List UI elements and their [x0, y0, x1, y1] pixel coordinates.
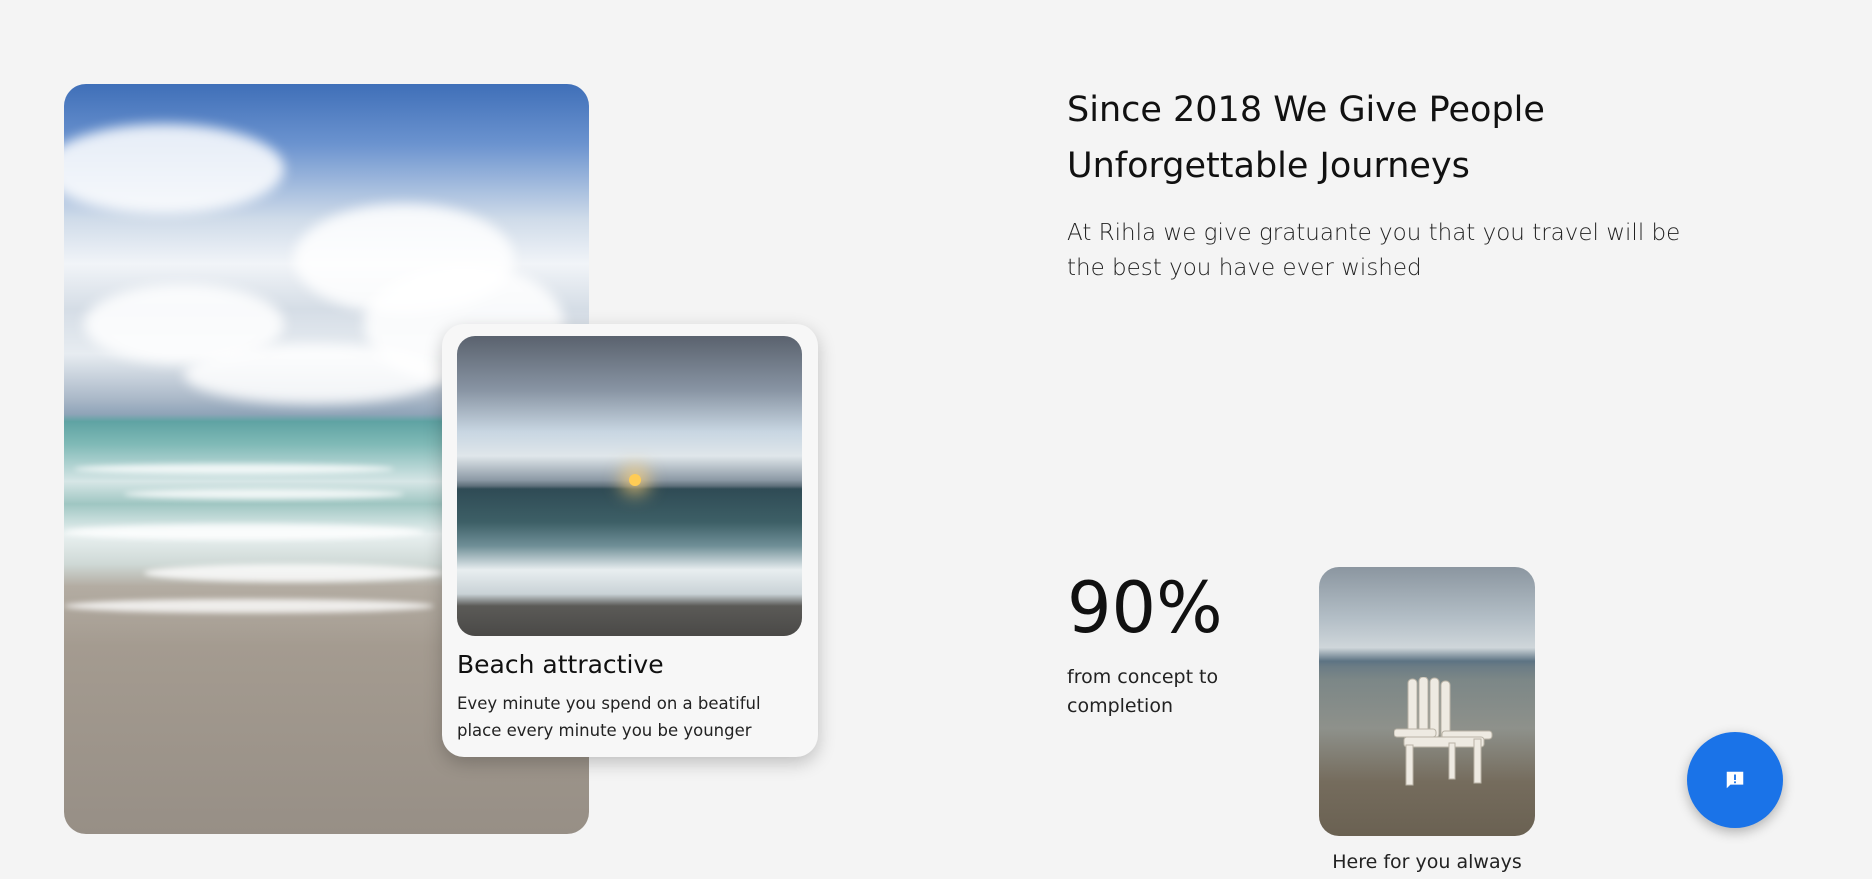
feedback-chat-icon — [1726, 771, 1744, 789]
stat-value: 90% — [1067, 567, 1223, 649]
page: Beach attractive Evey minute you spend o… — [0, 0, 1872, 879]
chair-in-water-photo — [1319, 567, 1535, 836]
sun-glow — [629, 474, 641, 486]
card-title: Beach attractive — [457, 650, 664, 679]
adirondack-chair-icon — [1394, 677, 1493, 786]
intro-text: At Rihla we give gratuante you that you … — [1067, 220, 1681, 281]
page-headline: Since 2018 We Give People Unforgettable … — [1067, 90, 1545, 186]
feature-card[interactable]: Beach attractive Evey minute you spend o… — [442, 324, 818, 757]
chair-caption: Here for you always — [1332, 851, 1522, 873]
card-description: Evey minute you spend on a beatiful plac… — [457, 694, 761, 740]
chat-feedback-button[interactable] — [1687, 732, 1783, 828]
sunset-ocean-photo — [457, 336, 802, 636]
stat-label: from concept to completion — [1067, 666, 1219, 717]
